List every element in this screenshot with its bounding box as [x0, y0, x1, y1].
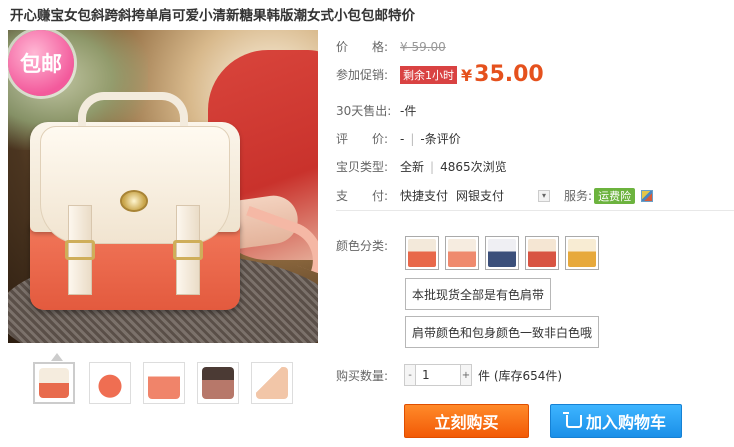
thumbnail-2[interactable]: [89, 362, 131, 404]
yen-symbol: ¥: [461, 66, 473, 85]
sales-value: -件: [400, 104, 417, 118]
thumbnail-1[interactable]: [33, 362, 75, 404]
swatch-image: [408, 239, 436, 267]
payment-dropdown-icon[interactable]: ▾: [538, 189, 551, 202]
review-score: -: [400, 131, 405, 146]
quantity-stepper: - 1 + 件 (库存654件): [404, 364, 562, 386]
bag-buckle-left: [65, 240, 95, 260]
sales-row: 30天售出: -件: [336, 102, 416, 119]
bag-buckle-right: [173, 240, 203, 260]
color-swatch-2[interactable]: [445, 236, 479, 270]
thumbnail-image: [148, 367, 180, 399]
add-to-cart-label: 加入购物车: [585, 413, 666, 432]
promo-price: ¥35.00: [461, 62, 544, 87]
service-info-icon[interactable]: [641, 189, 654, 202]
main-product-image[interactable]: 包邮: [8, 30, 318, 343]
thumbnail-image: [94, 367, 126, 399]
promo-amount: 35.00: [474, 62, 544, 87]
bag-clasp: [120, 190, 148, 212]
service-label: 服务:: [564, 189, 593, 203]
quantity-label-row: 购买数量:: [336, 367, 400, 384]
cart-icon: [562, 411, 582, 428]
thumbnail-image: [39, 368, 69, 398]
shipping-insurance-badge[interactable]: 运费险: [594, 187, 636, 204]
color-swatch-1[interactable]: [405, 236, 439, 270]
thumbnail-image: [256, 367, 288, 399]
review-divider: |: [410, 131, 415, 146]
stock-info: 件 (库存654件): [478, 368, 563, 383]
thumbnail-3[interactable]: [143, 362, 185, 404]
color-swatch-4[interactable]: [525, 236, 559, 270]
review-label: 评 价:: [336, 132, 389, 146]
price-label: 价 格:: [336, 40, 389, 54]
quantity-decrease-button[interactable]: -: [404, 364, 416, 386]
payment-label: 支 付:: [336, 189, 389, 203]
item-type-label: 宝贝类型:: [336, 160, 389, 174]
promo-row: 参加促销: 剩余1小时 ¥35.00: [336, 62, 544, 87]
swatch-image: [448, 239, 476, 267]
item-condition: 全新: [400, 160, 425, 174]
buy-now-button[interactable]: 立刻购买: [404, 404, 529, 438]
color-swatch-5[interactable]: [565, 236, 599, 270]
quantity-label: 购买数量:: [336, 369, 389, 383]
swatch-image: [568, 239, 596, 267]
review-count-link[interactable]: -条评价: [420, 130, 460, 147]
swatch-image: [528, 239, 556, 267]
add-to-cart-button[interactable]: 加入购物车: [550, 404, 682, 438]
color-swatch-3[interactable]: [485, 236, 519, 270]
original-price: ¥ 59.00: [400, 39, 446, 54]
color-option-matching-strap[interactable]: 肩带颜色和包身颜色一致非白色哦: [405, 316, 600, 348]
thumbnail-image: [202, 367, 234, 399]
thumbnail-pointer: [51, 353, 63, 361]
view-count: 4865次浏览: [440, 160, 507, 174]
info-divider: [336, 210, 734, 211]
review-row: 评 价: - | -条评价: [336, 130, 461, 147]
payment-option-netbank: 网银支付: [456, 189, 505, 203]
thumbnail-4[interactable]: [197, 362, 239, 404]
price-row: 价 格: ¥ 59.00: [336, 38, 446, 55]
swatch-image: [488, 239, 516, 267]
color-label: 颜色分类:: [336, 239, 389, 253]
color-label-row: 颜色分类:: [336, 237, 400, 254]
quantity-increase-button[interactable]: +: [460, 364, 472, 386]
sales-label: 30天售出:: [336, 104, 392, 118]
payment-option-express: 快捷支付: [400, 189, 449, 203]
item-type-divider: |: [430, 159, 435, 174]
product-info-panel: 价 格: ¥ 59.00 参加促销: 剩余1小时 ¥35.00 30天售出: -…: [336, 0, 734, 447]
payment-row: 支 付: 快捷支付 网银支付 ▾ 服务: 运费险: [336, 187, 654, 204]
item-type-row: 宝贝类型: 全新 | 4865次浏览: [336, 158, 507, 175]
free-shipping-badge: 包邮: [8, 30, 74, 96]
color-option-colored-strap[interactable]: 本批现货全部是有色肩带: [405, 278, 552, 310]
thumbnail-5[interactable]: [251, 362, 293, 404]
quantity-input[interactable]: 1: [416, 364, 460, 386]
promo-countdown-tag: 剩余1小时: [400, 65, 457, 84]
promo-label: 参加促销:: [336, 68, 389, 82]
